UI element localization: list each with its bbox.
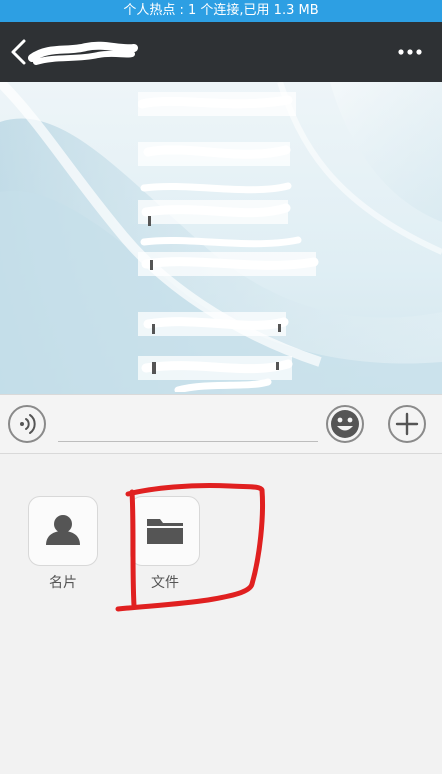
status-bar: 个人热点 : 1 个连接,已用 1.3 MB — [0, 0, 442, 22]
message-input-bar — [0, 394, 442, 454]
folder-icon — [147, 519, 183, 544]
tool-contact-card[interactable]: 名片 — [28, 496, 98, 592]
contact-card-tile[interactable] — [28, 496, 98, 566]
smiley-icon — [331, 410, 359, 438]
chat-message-area — [0, 82, 442, 394]
more-button[interactable] — [396, 38, 424, 66]
tool-label: 名片 — [49, 575, 77, 591]
attachment-panel: 名片 文件 — [0, 454, 442, 774]
message-input[interactable] — [58, 407, 318, 442]
emoji-button[interactable] — [326, 405, 364, 443]
redaction-scribbles — [138, 95, 319, 392]
file-tile[interactable] — [130, 496, 200, 566]
redacted-message-text — [138, 92, 319, 392]
status-text: 个人热点 : 1 个连接,已用 1.3 MB — [123, 3, 319, 18]
more-tools-button[interactable] — [388, 405, 426, 443]
plus-icon — [395, 412, 419, 436]
redacted-contact-name — [28, 41, 138, 65]
title-bar — [0, 22, 442, 82]
voice-icon — [20, 414, 36, 434]
chat-screen: 个人热点 : 1 个连接,已用 1.3 MB 名片 文件 — [0, 0, 442, 774]
tool-label: 文件 — [151, 575, 179, 591]
tool-file[interactable]: 文件 — [130, 496, 200, 592]
contact-card-icon — [46, 515, 80, 545]
more-dots-icon — [398, 49, 422, 55]
voice-button[interactable] — [8, 405, 46, 443]
